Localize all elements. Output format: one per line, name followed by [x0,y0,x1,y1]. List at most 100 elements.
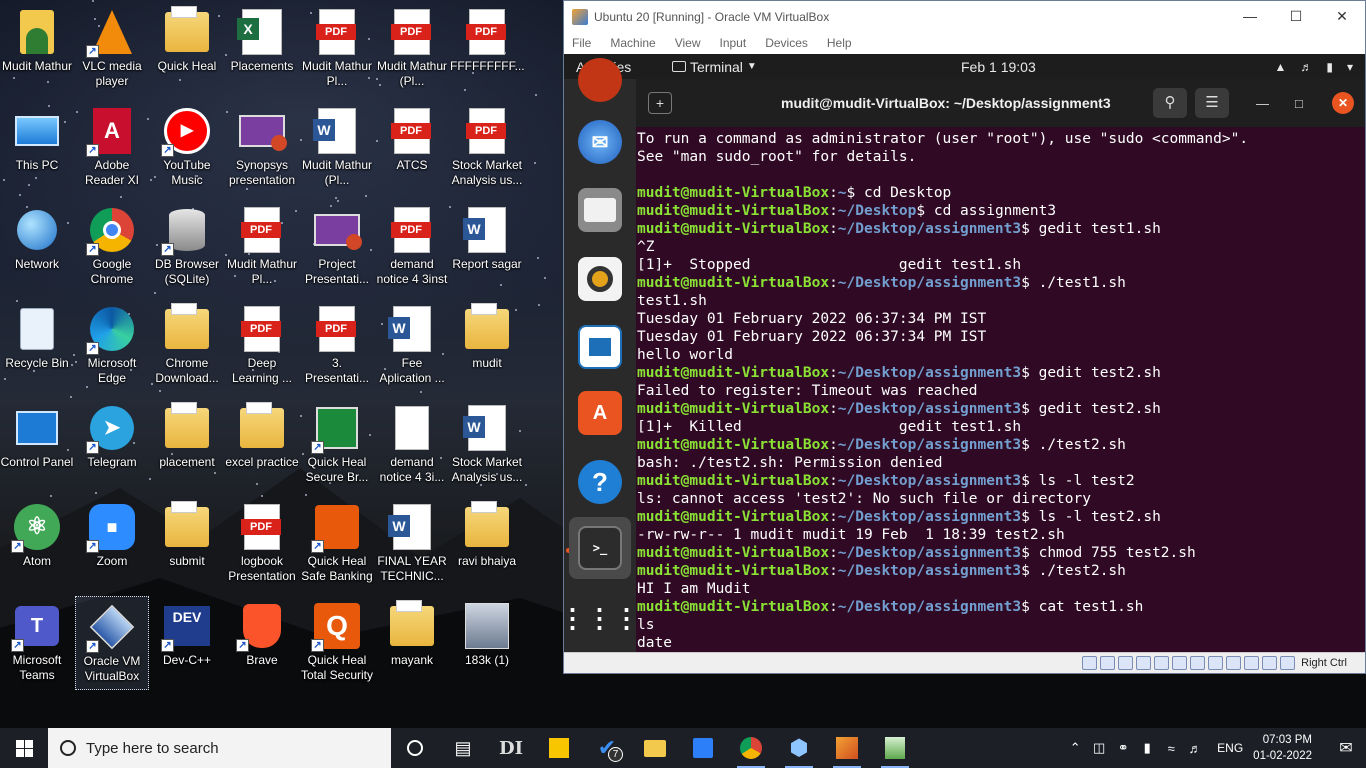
desktop-icon[interactable]: Mudit Mathur (Pl... [300,101,374,195]
desktop-icon[interactable]: ↗ Oracle VM VirtualBox [75,596,149,690]
desktop-icon[interactable]: Report sagar [450,200,524,294]
recording-status-icon[interactable] [1208,656,1224,670]
menu-button[interactable]: ☰ [1195,88,1229,118]
dock-files[interactable] [569,179,631,241]
desktop-icon[interactable]: Control Panel [0,398,74,492]
desktop-icon[interactable]: ↗ DB Browser (SQLite) [150,200,224,294]
taskbar-file-explorer[interactable] [631,728,679,768]
desktop-icon[interactable]: logbook Presentation [225,497,299,591]
taskbar-todo[interactable]: ✔ 7 [583,728,631,768]
desktop-icon[interactable]: ↗ Google Chrome [75,200,149,294]
audio-status-icon[interactable] [1118,656,1134,670]
desktop-icon[interactable]: DEV ↗ Dev-C++ [150,596,224,690]
desktop-icon[interactable]: Q ↗ Quick Heal Total Security [300,596,374,690]
desktop-icon[interactable]: demand notice 4 3inst [375,200,449,294]
desktop-icon[interactable]: Fee Aplication ... [375,299,449,393]
terminal-headerbar[interactable]: + mudit@mudit-VirtualBox: ~/Desktop/assi… [636,79,1365,127]
usb-status-icon[interactable] [1154,656,1170,670]
virtualbox-window[interactable]: Ubuntu 20 [Running] - Oracle VM VirtualB… [563,0,1366,674]
dock-libreoffice-writer[interactable] [569,316,631,378]
ubuntu-clock[interactable]: Feb 1 19:03 [961,59,1036,75]
dock-show-applications[interactable]: ⋮⋮⋮ [564,587,640,649]
terminal-maximize-button[interactable]: □ [1295,96,1303,111]
dock-help[interactable]: ? [569,451,631,513]
menu-view[interactable]: View [675,36,701,50]
desktop-icon[interactable]: demand notice 4 3i... [375,398,449,492]
chevron-up-icon[interactable]: ⌃ [1063,740,1087,756]
menu-devices[interactable]: Devices [765,36,808,50]
desktop-icon[interactable]: submit [150,497,224,591]
start-button[interactable] [0,728,48,768]
menu-input[interactable]: Input [720,36,747,50]
mouse-status-icon[interactable] [1244,656,1260,670]
menu-help[interactable]: Help [827,36,852,50]
desktop-icon[interactable]: ↗ VLC media player [75,2,149,96]
shared-folder-status-icon[interactable] [1172,656,1188,670]
desktop-icon[interactable]: Mudit Mathur (Pl... [375,2,449,96]
desktop-icon[interactable]: ravi bhaiya [450,497,524,591]
keyboard-status-icon[interactable] [1262,656,1278,670]
minimize-button[interactable]: — [1227,8,1273,25]
desktop-icon[interactable]: mudit [450,299,524,393]
desktop-icon[interactable]: placement [150,398,224,492]
desktop-icon[interactable]: Stock Market Analysis us... [450,101,524,195]
desktop-icon[interactable]: ↗ Quick Heal Safe Banking [300,497,374,591]
desktop-icon[interactable]: Mudit Mathur Pl... [300,2,374,96]
desktop-icon[interactable]: ↗ Microsoft Edge [75,299,149,393]
desktop-icon[interactable]: T ↗ Microsoft Teams [0,596,74,690]
desktop-icon[interactable]: ▶ ↗ YouTube Music [150,101,224,195]
close-button[interactable]: ✕ [1319,8,1365,25]
desktop-icon[interactable]: 3. Presentati... [300,299,374,393]
dock-firefox[interactable] [569,54,631,111]
desktop-icon[interactable]: ↗ Quick Heal Secure Br... [300,398,374,492]
desktop-icon[interactable]: X Placements [225,2,299,96]
taskbar-di-app[interactable]: DI [487,728,535,768]
taskbar-sticky-notes[interactable] [535,728,583,768]
terminal-window[interactable]: + mudit@mudit-VirtualBox: ~/Desktop/assi… [636,79,1365,652]
ubuntu-guest-screen[interactable]: Activities Terminal ▼ Feb 1 19:03 ▲ ♬ ▮ … [564,54,1365,652]
desktop-icon[interactable]: ➤ ↗ Telegram [75,398,149,492]
desktop-icon[interactable]: Quick Heal [150,2,224,96]
desktop-icon[interactable]: FINAL YEAR TECHNIC... [375,497,449,591]
display-status-icon[interactable] [1190,656,1206,670]
terminal-output[interactable]: To run a command as administrator (user … [636,127,1365,652]
speaker-icon[interactable]: ♬ [1183,741,1207,756]
optical-status-icon[interactable] [1100,656,1116,670]
desktop-icon[interactable]: Stock Market Analysis us... [450,398,524,492]
taskbar-chrome[interactable] [727,728,775,768]
task-view-button[interactable]: ▤ [439,728,487,768]
taskbar-calendar[interactable] [679,728,727,768]
wifi-icon[interactable]: ≈ [1159,741,1183,756]
virtualbox-titlebar[interactable]: Ubuntu 20 [Running] - Oracle VM VirtualB… [564,1,1365,32]
desktop-icon[interactable]: ■ ↗ Zoom [75,497,149,591]
notification-icon[interactable]: ✉ [1326,738,1366,758]
terminal-minimize-button[interactable]: — [1256,96,1269,111]
maximize-button[interactable]: ☐ [1273,8,1319,25]
hard-disk-status-icon[interactable] [1082,656,1098,670]
taskbar-clock[interactable]: 07:03 PM 01-02-2022 [1253,732,1312,764]
desktop-icon[interactable]: excel practice [225,398,299,492]
desktop-icon[interactable]: A ↗ Adobe Reader XI [75,101,149,195]
desktop-icon[interactable]: Network [0,200,74,294]
taskbar-virtualbox[interactable]: ⬢ [775,728,823,768]
ubuntu-system-tray[interactable]: ▲ ♬ ▮ ▾ [1274,60,1353,74]
menu-file[interactable]: File [572,36,591,50]
desktop-icon[interactable]: Mudit Mathur [0,2,74,96]
desktop-icon[interactable]: Synopsys presentation [225,101,299,195]
battery-icon[interactable]: ▮ [1135,740,1159,756]
cortana-button[interactable] [391,728,439,768]
network-status-icon[interactable] [1136,656,1152,670]
taskbar-chart-app[interactable] [871,728,919,768]
cpu-status-icon[interactable] [1226,656,1242,670]
desktop-icon[interactable]: mayank [375,596,449,690]
desktop-icon[interactable]: FFFFFFFFF... [450,2,524,96]
dock-software[interactable]: A [569,382,631,444]
dock-rhythmbox[interactable] [569,248,631,310]
new-tab-button[interactable]: + [648,92,672,114]
menu-machine[interactable]: Machine [610,36,655,50]
terminal-close-button[interactable]: ✕ [1332,92,1354,114]
microphone-icon[interactable]: ⚭ [1111,740,1135,756]
desktop-icon[interactable]: ATCS [375,101,449,195]
desktop-icon[interactable]: ⚛ ↗ Atom [0,497,74,591]
search-button[interactable]: ⚲ [1153,88,1187,118]
